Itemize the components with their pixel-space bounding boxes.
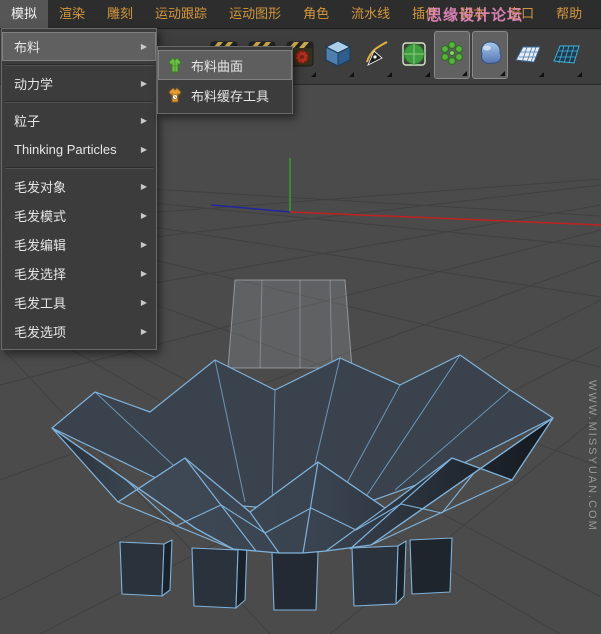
menubar-item-pipeline[interactable]: 流水线 bbox=[340, 0, 401, 28]
menu-item-hair-options[interactable]: 毛发选项 ▶ bbox=[2, 317, 156, 346]
subdivision-surface-icon bbox=[399, 36, 429, 75]
menu-item-hair-object[interactable]: 毛发对象 ▶ bbox=[2, 172, 156, 201]
submenu-arrow-icon: ▶ bbox=[140, 116, 147, 125]
menubar-item-motion-tracking[interactable]: 运动跟踪 bbox=[144, 0, 218, 28]
menubar-item-mograph[interactable]: 运动图形 bbox=[218, 0, 292, 28]
menu-bar: 模拟 渲染 雕刻 运动跟踪 运动图形 角色 流水线 插件 脚本 窗口 帮助 bbox=[0, 0, 601, 29]
menu-item-hair-tools[interactable]: 毛发工具 ▶ bbox=[2, 288, 156, 317]
submenu-arrow-icon: ▶ bbox=[140, 327, 147, 336]
submenu-arrow-icon: ▶ bbox=[140, 145, 147, 154]
floor-plane-button[interactable] bbox=[510, 31, 546, 79]
simulate-menu-dropdown: 布料 ▶ 动力学 ▶ 粒子 ▶ Thinking Particles ▶ 毛发对… bbox=[1, 28, 157, 350]
ghost-cylinder bbox=[227, 279, 353, 369]
spline-pen-button[interactable] bbox=[358, 31, 394, 79]
menubar-item-help[interactable]: 帮助 bbox=[545, 0, 593, 28]
cinema4d-window: 模拟 渲染 雕刻 运动跟踪 运动图形 角色 流水线 插件 脚本 窗口 帮助 布料… bbox=[0, 0, 601, 634]
menu-item-cloth[interactable]: 布料 ▶ bbox=[2, 32, 156, 61]
menubar-item-simulate[interactable]: 模拟 bbox=[0, 0, 49, 28]
menu-item-dynamics[interactable]: 动力学 ▶ bbox=[2, 69, 156, 98]
menu-item-hair-edit[interactable]: 毛发编辑 ▶ bbox=[2, 230, 156, 259]
submenu-arrow-icon: ▶ bbox=[140, 42, 147, 51]
landscape-icon bbox=[551, 36, 581, 75]
submenu-arrow-icon: ▶ bbox=[140, 269, 147, 278]
submenu-arrow-icon: ▶ bbox=[140, 298, 147, 307]
menubar-item-render[interactable]: 渲染 bbox=[48, 0, 96, 28]
subdivision-surface-button[interactable] bbox=[396, 31, 432, 79]
metaball-icon bbox=[475, 36, 505, 75]
metaball-button[interactable] bbox=[472, 31, 508, 79]
submenu-item-cloth-surface[interactable]: 布料曲面 bbox=[158, 50, 292, 80]
array-icon bbox=[437, 36, 467, 75]
submenu-arrow-icon: ▶ bbox=[140, 79, 147, 88]
menubar-item-plugins[interactable]: 插件 bbox=[401, 0, 449, 28]
menu-item-particles[interactable]: 粒子 ▶ bbox=[2, 106, 156, 135]
menu-separator bbox=[5, 167, 153, 169]
array-button[interactable] bbox=[434, 31, 470, 79]
spline-pen-icon bbox=[361, 36, 391, 75]
submenu-arrow-icon: ▶ bbox=[140, 240, 147, 249]
menu-separator bbox=[5, 64, 153, 66]
submenu-arrow-icon: ▶ bbox=[140, 211, 147, 220]
submenu-item-cloth-cache-tool[interactable]: 布料缓存工具 bbox=[158, 80, 292, 110]
menubar-item-character[interactable]: 角色 bbox=[292, 0, 340, 28]
menu-item-hair-mode[interactable]: 毛发模式 ▶ bbox=[2, 201, 156, 230]
menubar-item-script[interactable]: 脚本 bbox=[449, 0, 497, 28]
cube-primitive-button[interactable] bbox=[320, 31, 356, 79]
cloth-submenu: 布料曲面 布料缓存工具 bbox=[157, 46, 293, 114]
menu-separator bbox=[5, 101, 153, 103]
menubar-item-sculpt[interactable]: 雕刻 bbox=[96, 0, 144, 28]
landscape-button[interactable] bbox=[548, 31, 584, 79]
menu-item-thinking-particles[interactable]: Thinking Particles ▶ bbox=[2, 135, 156, 164]
cloth-surface-icon bbox=[166, 56, 184, 74]
submenu-arrow-icon: ▶ bbox=[140, 182, 147, 191]
cloth-cache-icon bbox=[166, 86, 184, 104]
cube-primitive-icon bbox=[323, 36, 353, 75]
menubar-item-window[interactable]: 窗口 bbox=[497, 0, 545, 28]
menu-item-hair-select[interactable]: 毛发选择 ▶ bbox=[2, 259, 156, 288]
floor-plane-icon bbox=[513, 36, 543, 75]
